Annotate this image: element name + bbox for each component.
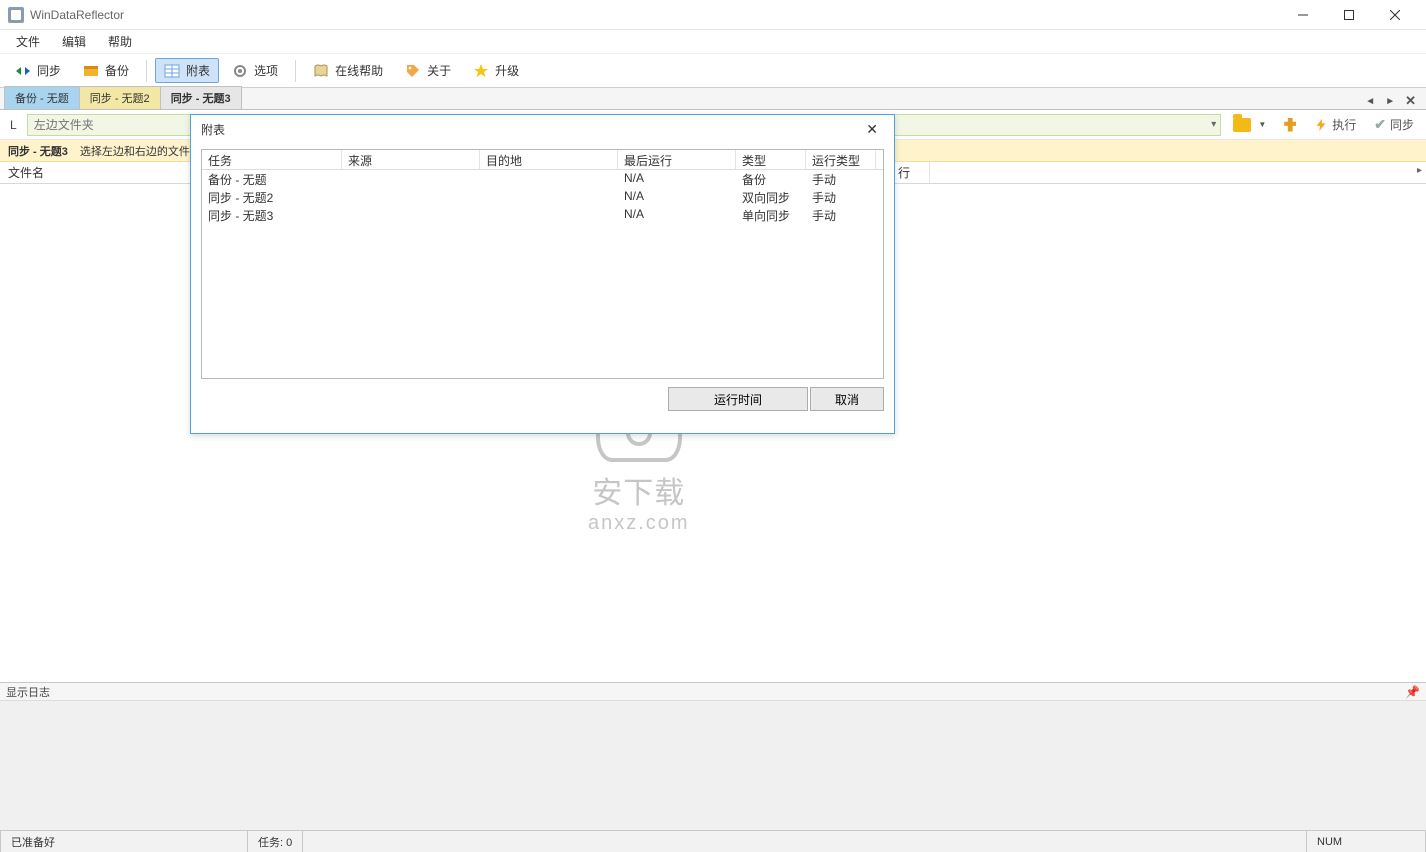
toolbar-backup[interactable]: 备份: [74, 58, 138, 83]
menu-help[interactable]: 帮助: [98, 30, 142, 53]
tab-close-icon[interactable]: ✕: [1403, 93, 1418, 109]
menu-edit[interactable]: 编辑: [52, 30, 96, 53]
sync-action-button[interactable]: ✔ 同步: [1368, 114, 1420, 135]
table-icon: [164, 63, 180, 79]
run-label: 执行: [1332, 116, 1356, 133]
app-title: WinDataReflector: [30, 8, 124, 22]
menu-file[interactable]: 文件: [6, 30, 50, 53]
menubar: 文件 编辑 帮助: [0, 30, 1426, 54]
col-action[interactable]: 行: [890, 162, 930, 183]
star-icon: [473, 63, 489, 79]
cancel-button[interactable]: 取消: [810, 387, 884, 411]
status-ready: 已准备好: [0, 831, 248, 852]
toolbar-upgrade[interactable]: 升级: [464, 58, 528, 83]
toolbar-sync[interactable]: 同步: [6, 58, 70, 83]
toolbar-onlinehelp[interactable]: 在线帮助: [304, 58, 392, 83]
tab-scroll-right-icon[interactable]: ►: [1383, 94, 1397, 109]
log-panel: 显示日志 📌: [0, 682, 1426, 830]
col-task[interactable]: 任务: [202, 150, 342, 169]
col-lastrun[interactable]: 最后运行: [618, 150, 736, 169]
pin-icon[interactable]: 📌: [1405, 685, 1420, 699]
col-runtype[interactable]: 运行类型: [806, 150, 876, 169]
toolbar-separator: [295, 60, 296, 82]
check-icon: ✔: [1374, 116, 1386, 133]
sync-action-label: 同步: [1390, 116, 1414, 133]
status-tasks: 任务: 0: [248, 831, 303, 852]
document-tabs: 备份 - 无题 同步 - 无题2 同步 - 无题3 ◄ ► ✕: [0, 88, 1426, 110]
col-dest[interactable]: 目的地: [480, 150, 618, 169]
dialog-titlebar: 附表 ✕: [191, 115, 894, 143]
task-table[interactable]: 任务 来源 目的地 最后运行 类型 运行类型 备份 - 无题N/A备份手动 同步…: [201, 149, 884, 379]
toolbar-attach[interactable]: 附表: [155, 58, 219, 83]
toolbar-about-label: 关于: [427, 62, 451, 79]
gear-icon: [232, 63, 248, 79]
app-icon: [8, 7, 24, 23]
tag-icon: [405, 63, 421, 79]
tab-sync2[interactable]: 同步 - 无题2: [79, 86, 161, 109]
minimize-button[interactable]: [1280, 0, 1326, 30]
toolbar-about[interactable]: 关于: [396, 58, 460, 83]
tab-sync3[interactable]: 同步 - 无题3: [160, 86, 242, 109]
plug-icon: [1284, 118, 1296, 132]
info-hint: 选择左边和右边的文件: [80, 143, 190, 159]
watermark-line1: 安下载: [588, 468, 690, 512]
browse-button[interactable]: ▼: [1227, 116, 1272, 134]
table-row[interactable]: 同步 - 无题3N/A单向同步手动: [202, 206, 883, 224]
dialog-buttons: 运行时间 取消: [201, 387, 884, 411]
toolbar-onlinehelp-label: 在线帮助: [335, 62, 383, 79]
sync-icon: [15, 63, 31, 79]
dialog-title: 附表: [201, 121, 225, 138]
toolbar-upgrade-label: 升级: [495, 62, 519, 79]
dialog-close-icon[interactable]: ✕: [860, 119, 884, 140]
col-type[interactable]: 类型: [736, 150, 806, 169]
toolbar-backup-label: 备份: [105, 62, 129, 79]
plug-button[interactable]: [1278, 116, 1302, 134]
toolbar: 同步 备份 附表 选项 在线帮助 关于 升级: [0, 54, 1426, 88]
maximize-button[interactable]: [1326, 0, 1372, 30]
log-title: 显示日志: [6, 684, 50, 700]
chevron-down-icon[interactable]: ▾: [1211, 119, 1216, 130]
tab-backup[interactable]: 备份 - 无题: [4, 86, 80, 109]
bolt-icon: [1314, 118, 1328, 132]
col-source[interactable]: 来源: [342, 150, 480, 169]
attach-dialog: 附表 ✕ 任务 来源 目的地 最后运行 类型 运行类型 备份 - 无题N/A备份…: [190, 114, 895, 434]
watermark-line2: anxz.com: [588, 512, 690, 535]
folder-icon: [1233, 118, 1251, 132]
table-header-row: 任务 来源 目的地 最后运行 类型 运行类型: [202, 150, 883, 170]
statusbar: 已准备好 任务: 0 NUM: [0, 830, 1426, 852]
log-header[interactable]: 显示日志 📌: [0, 683, 1426, 701]
book-icon: [313, 63, 329, 79]
info-task: 同步 - 无题3: [8, 143, 68, 159]
toolbar-attach-label: 附表: [186, 62, 210, 79]
chevron-down-icon: ▼: [1258, 120, 1266, 129]
table-row[interactable]: 备份 - 无题N/A备份手动: [202, 170, 883, 188]
toolbar-options[interactable]: 选项: [223, 58, 287, 83]
runtime-button[interactable]: 运行时间: [668, 387, 808, 411]
window-controls: [1280, 0, 1418, 30]
run-button[interactable]: 执行: [1308, 114, 1362, 135]
toolbar-separator: [146, 60, 147, 82]
close-button[interactable]: [1372, 0, 1418, 30]
status-num: NUM: [1306, 831, 1426, 852]
left-folder-input[interactable]: [27, 114, 197, 136]
toolbar-sync-label: 同步: [37, 62, 61, 79]
chevron-right-icon[interactable]: ▸: [1417, 165, 1422, 176]
titlebar: WinDataReflector: [0, 0, 1426, 30]
toolbar-options-label: 选项: [254, 62, 278, 79]
left-label: L: [6, 118, 21, 132]
tab-scroll-left-icon[interactable]: ◄: [1363, 94, 1377, 109]
backup-icon: [83, 63, 99, 79]
table-row[interactable]: 同步 - 无题2N/A双向同步手动: [202, 188, 883, 206]
